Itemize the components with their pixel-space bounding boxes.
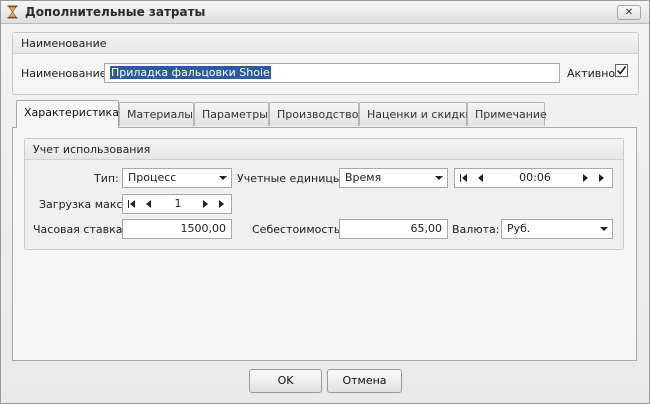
usage-group-header: Учет использования [25, 139, 623, 160]
name-label: Наименование: [21, 67, 111, 80]
checkmark-icon [616, 66, 627, 75]
hourly-rate-label: Часовая ставка: [33, 223, 127, 236]
currency-select[interactable]: Руб. [501, 219, 613, 239]
cancel-button[interactable]: Отмена [327, 369, 402, 393]
tab-production[interactable]: Производство [269, 102, 359, 126]
prev-icon[interactable] [462, 174, 467, 182]
time-value: 00:06 [519, 171, 551, 184]
cost-input[interactable]: 65,00 [339, 219, 448, 239]
time-stepper[interactable]: 00:06 [454, 168, 613, 188]
dialog-window: Дополнительные затраты ✕ Наименование На… [0, 0, 650, 404]
prev-icon[interactable] [146, 200, 151, 208]
chevron-down-icon [435, 176, 443, 180]
prev-icon[interactable] [478, 174, 483, 182]
next-icon[interactable] [599, 174, 604, 182]
type-select[interactable]: Процесс [122, 168, 232, 188]
title-bar: Дополнительные затраты ✕ [1, 1, 649, 24]
name-input[interactable]: Приладка фальцовки Shoie [104, 63, 560, 83]
units-select[interactable]: Время [339, 168, 448, 188]
prev-icon[interactable] [130, 200, 135, 208]
first-icon[interactable] [460, 174, 461, 182]
currency-select-value: Руб. [507, 222, 531, 235]
load-value: 1 [174, 197, 182, 210]
first-icon[interactable] [128, 200, 129, 208]
load-label: Загрузка макс: [39, 198, 127, 211]
units-label: Учетные единицы: [237, 172, 346, 185]
active-label: Активно [567, 67, 616, 80]
active-checkbox[interactable] [615, 64, 628, 77]
type-label: Тип: [94, 172, 119, 185]
next-icon[interactable] [219, 200, 224, 208]
close-icon: ✕ [624, 7, 634, 18]
tab-markups-discounts[interactable]: Наценки и скидки [359, 102, 473, 126]
tab-parameters[interactable]: Параметры [194, 102, 269, 126]
cost-label: Себестоимость: [252, 223, 345, 236]
name-input-value: Приладка фальцовки Shoie [110, 66, 271, 79]
name-group-header: Наименование [13, 33, 638, 54]
next-icon[interactable] [583, 174, 588, 182]
tab-notes[interactable]: Примечание [467, 102, 547, 126]
chevron-down-icon [219, 176, 227, 180]
tab-materials[interactable]: Материалы [119, 102, 194, 126]
ok-button[interactable]: OK [249, 369, 322, 393]
units-select-value: Время [345, 171, 382, 184]
hourly-rate-input[interactable]: 1500,00 [122, 219, 232, 239]
next-icon[interactable] [203, 200, 208, 208]
hourglass-icon [7, 5, 18, 19]
currency-label: Валюта: [452, 223, 500, 236]
load-stepper[interactable]: 1 [122, 194, 232, 214]
chevron-down-icon [600, 227, 608, 231]
type-select-value: Процесс [128, 171, 177, 184]
window-title: Дополнительные затраты [25, 5, 206, 19]
tab-characteristics[interactable]: Характеристика [16, 100, 119, 128]
close-button[interactable]: ✕ [617, 5, 641, 20]
